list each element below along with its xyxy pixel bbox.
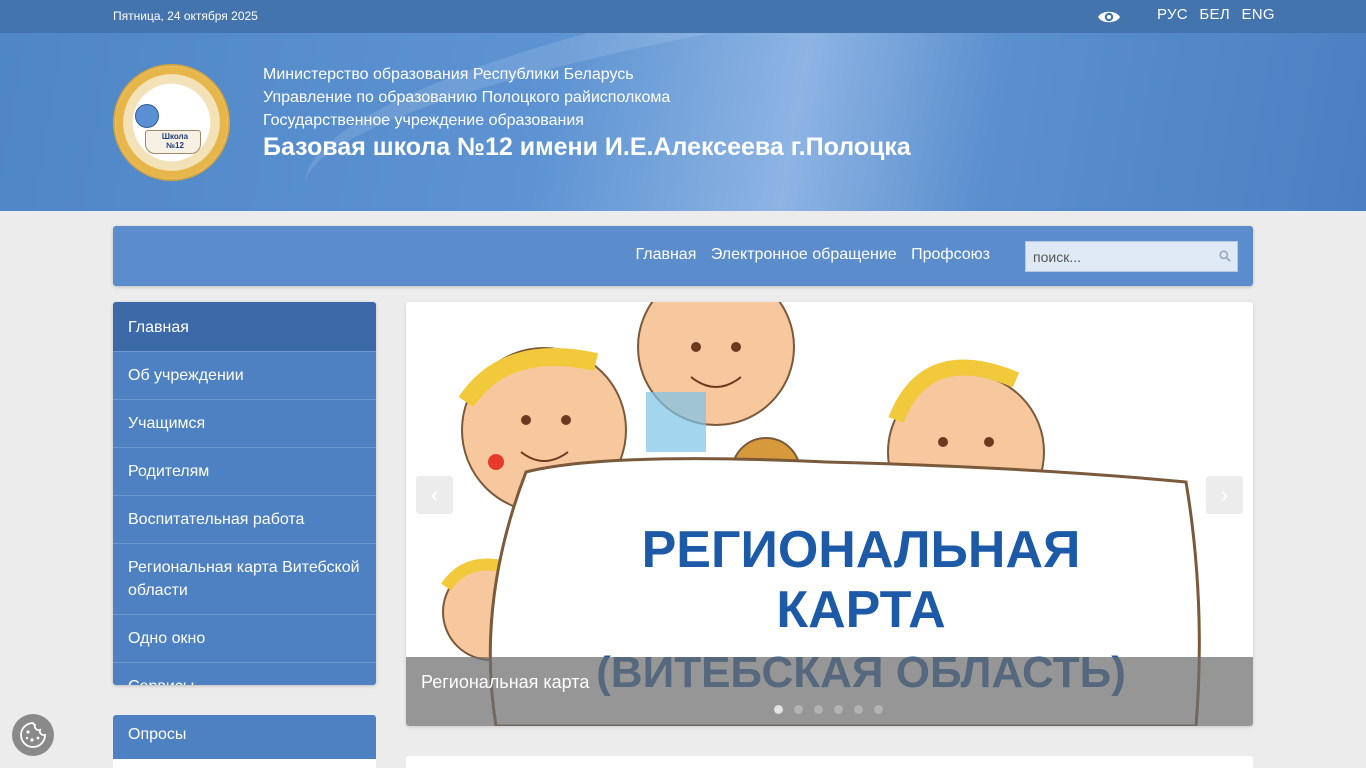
- slide-caption[interactable]: Региональная карта: [421, 672, 589, 693]
- sidebar-item-upbringing[interactable]: Воспитательная работа: [113, 496, 376, 544]
- polls-panel: Опросы: [113, 715, 376, 768]
- slide-dot[interactable]: [834, 705, 843, 714]
- sidebar-item-about[interactable]: Об учреждении: [113, 352, 376, 400]
- lang-rus[interactable]: РУС: [1157, 6, 1188, 23]
- search-icon[interactable]: [1219, 250, 1231, 262]
- sidebar-item-home[interactable]: Главная: [113, 302, 376, 352]
- site-header: Школа №12 Министерство образования Респу…: [0, 33, 1366, 211]
- cookie-icon: [20, 722, 46, 748]
- slider-prev-button[interactable]: ‹: [416, 476, 453, 514]
- slider-next-button[interactable]: ›: [1206, 476, 1243, 514]
- polls-title: Опросы: [113, 715, 376, 759]
- school-logo[interactable]: Школа №12: [113, 64, 230, 181]
- organization-lines: Министерство образования Республики Бела…: [263, 63, 670, 132]
- school-name[interactable]: Базовая школа №12 имени И.Е.Алексеева г.…: [263, 133, 911, 162]
- top-bar: Пятница, 24 октября 2025 РУС БЕЛ ENG: [0, 0, 1366, 33]
- lang-eng[interactable]: ENG: [1241, 6, 1274, 23]
- image-slider: РЕГИОНАЛЬНАЯ КАРТА (ВИТЕБСКАЯ ОБЛАСТЬ) Р…: [406, 302, 1253, 726]
- ministry-line: Министерство образования Республики Бела…: [263, 66, 634, 83]
- sidebar-menu: Главная Об учреждении Учащимся Родителям…: [113, 302, 376, 685]
- chevron-left-icon: ‹: [430, 482, 439, 507]
- nav-home[interactable]: Главная: [635, 246, 696, 263]
- globe-icon: [135, 104, 159, 128]
- sidebar-item-one-window[interactable]: Одно окно: [113, 615, 376, 663]
- search-box: [1025, 241, 1238, 272]
- current-date: Пятница, 24 октября 2025: [113, 9, 258, 23]
- logo-label: Школа №12: [161, 132, 189, 150]
- cookie-settings-button[interactable]: [12, 714, 54, 756]
- sidebar-item-regional-map[interactable]: Региональная карта Витебской области: [113, 544, 376, 615]
- slide-dot[interactable]: [774, 705, 783, 714]
- news-panel: [406, 756, 1253, 768]
- slide-dot[interactable]: [854, 705, 863, 714]
- visually-impaired-eye-icon[interactable]: [1097, 8, 1121, 26]
- sidebar-item-students[interactable]: Учащимся: [113, 400, 376, 448]
- top-menu: Главная Электронное обращение Профсоюз: [625, 246, 990, 264]
- slide-dots: [774, 705, 883, 714]
- chevron-right-icon: ›: [1220, 482, 1229, 507]
- slide-dot[interactable]: [814, 705, 823, 714]
- main-navbar: Главная Электронное обращение Профсоюз: [113, 226, 1253, 286]
- lang-bel[interactable]: БЕЛ: [1199, 6, 1230, 23]
- slide-text-line-1: РЕГИОНАЛЬНАЯ: [642, 521, 1081, 579]
- search-input[interactable]: [1026, 242, 1216, 271]
- nav-trade-union[interactable]: Профсоюз: [911, 246, 990, 263]
- sidebar-item-services[interactable]: Сервисы: [113, 663, 376, 685]
- sidebar-item-parents[interactable]: Родителям: [113, 448, 376, 496]
- slide-text-line-2: КАРТА: [776, 581, 945, 639]
- slide-dot[interactable]: [874, 705, 883, 714]
- language-switcher: РУС БЕЛ ENG: [1157, 6, 1282, 23]
- department-line: Управление по образованию Полоцкого райи…: [263, 89, 671, 106]
- institution-type-line: Государственное учреждение образования: [263, 112, 584, 129]
- nav-e-appeal[interactable]: Электронное обращение: [711, 246, 897, 263]
- slide-caption-bar: Региональная карта: [406, 657, 1253, 726]
- slide-dot[interactable]: [794, 705, 803, 714]
